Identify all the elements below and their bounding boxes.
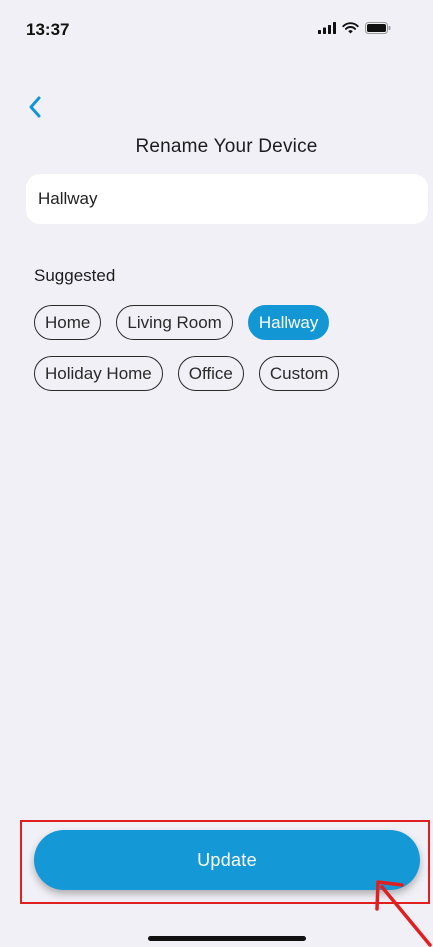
status-icons: [318, 22, 391, 34]
chip-custom[interactable]: Custom: [258, 356, 340, 391]
back-button[interactable]: [22, 94, 48, 120]
suggestion-chips: Home Living Room Hallway Holiday Home Of…: [34, 305, 374, 391]
device-name-input[interactable]: [26, 174, 428, 224]
battery-icon: [365, 22, 391, 34]
chip-holiday-home[interactable]: Holiday Home: [34, 356, 163, 391]
wifi-icon: [342, 22, 359, 34]
update-button[interactable]: Update: [34, 830, 420, 890]
home-indicator: [148, 936, 306, 941]
signal-bars-icon: [318, 22, 336, 34]
status-bar: 13:37: [0, 0, 433, 58]
chip-living-room[interactable]: Living Room: [116, 305, 233, 340]
chip-hallway[interactable]: Hallway: [247, 305, 330, 340]
annotation-arrow-icon: [375, 880, 432, 947]
status-time: 13:37: [26, 20, 70, 39]
chevron-left-icon: [29, 96, 41, 118]
suggested-label: Suggested: [34, 266, 116, 285]
chip-office[interactable]: Office: [177, 356, 244, 391]
chip-home[interactable]: Home: [34, 305, 102, 340]
page-title: Rename Your Device: [135, 136, 318, 157]
